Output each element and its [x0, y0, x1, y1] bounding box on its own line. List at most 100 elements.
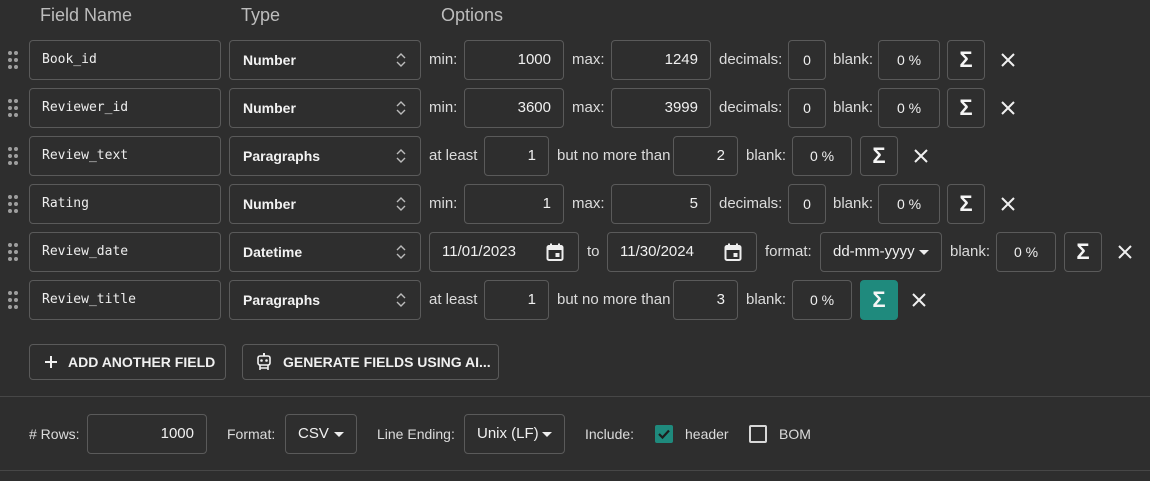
- blank-input[interactable]: 0 %: [878, 88, 940, 128]
- drag-handle-icon[interactable]: [8, 243, 18, 261]
- type-select[interactable]: Paragraphs: [229, 136, 421, 176]
- unfold-icon: [396, 197, 406, 211]
- decimals-input[interactable]: 0: [788, 88, 826, 128]
- chevron-down-icon: [542, 432, 552, 437]
- type-select-value: Number: [243, 100, 296, 116]
- calendar-icon[interactable]: [546, 243, 564, 261]
- max-input[interactable]: 5: [611, 184, 711, 224]
- type-select[interactable]: Datetime: [229, 232, 421, 272]
- no-more-than-input[interactable]: 3: [673, 280, 738, 320]
- divider: [0, 470, 1150, 471]
- max-input[interactable]: 1249: [611, 40, 711, 80]
- blank-input[interactable]: 0 %: [878, 184, 940, 224]
- no-more-than-label: but no more than: [557, 147, 671, 164]
- blank-label: blank:: [746, 147, 787, 164]
- date-to-input[interactable]: 11/30/2024: [607, 232, 757, 272]
- type-select[interactable]: Number: [229, 40, 421, 80]
- generate-ai-label: GENERATE FIELDS USING AI...: [283, 354, 491, 370]
- divider: [0, 396, 1150, 397]
- type-select[interactable]: Paragraphs: [229, 280, 421, 320]
- blank-label: blank:: [833, 195, 874, 212]
- at-least-input[interactable]: 1: [484, 280, 549, 320]
- type-select-value: Number: [243, 196, 296, 212]
- close-icon[interactable]: [913, 148, 929, 164]
- min-label: min:: [429, 99, 458, 116]
- field-name-input[interactable]: Review_title: [29, 280, 221, 320]
- date-format-select[interactable]: dd-mm-yyyy: [820, 232, 942, 272]
- format-select[interactable]: CSV: [285, 414, 357, 454]
- min-input[interactable]: 1: [464, 184, 564, 224]
- unfold-icon: [396, 245, 406, 259]
- field-name-input[interactable]: Review_text: [29, 136, 221, 176]
- line-ending-label: Line Ending:: [377, 426, 455, 442]
- decimals-label: decimals:: [719, 195, 783, 212]
- max-label: max:: [572, 195, 605, 212]
- blank-input[interactable]: 0 %: [792, 136, 852, 176]
- plus-icon: [45, 356, 57, 368]
- check-icon: [658, 429, 670, 440]
- drag-handle-icon[interactable]: [8, 51, 18, 69]
- at-least-input[interactable]: 1: [484, 136, 549, 176]
- field-name-input[interactable]: Review_date: [29, 232, 221, 272]
- sigma-button[interactable]: Σ: [947, 184, 985, 224]
- bom-checkbox[interactable]: [749, 425, 767, 443]
- sigma-button[interactable]: Σ: [947, 40, 985, 80]
- at-least-label: at least: [429, 147, 478, 164]
- date-from-value: 11/01/2023: [442, 243, 516, 260]
- min-input[interactable]: 3600: [464, 88, 564, 128]
- add-field-button[interactable]: ADD ANOTHER FIELD: [29, 344, 226, 380]
- header-checkbox[interactable]: [655, 425, 673, 443]
- close-icon[interactable]: [1000, 52, 1016, 68]
- close-icon[interactable]: [911, 292, 927, 308]
- field-name-input[interactable]: Reviewer_id: [29, 88, 221, 128]
- min-label: min:: [429, 51, 458, 68]
- drag-handle-icon[interactable]: [8, 99, 18, 117]
- drag-handle-icon[interactable]: [8, 195, 18, 213]
- date-format-value: dd-mm-yyyy: [833, 243, 915, 260]
- drag-handle-icon[interactable]: [8, 291, 18, 309]
- header-label: header: [685, 426, 729, 442]
- add-field-label: ADD ANOTHER FIELD: [68, 354, 216, 370]
- no-more-than-input[interactable]: 2: [673, 136, 738, 176]
- sigma-button[interactable]: Σ: [860, 280, 898, 320]
- close-icon[interactable]: [1117, 244, 1133, 260]
- unfold-icon: [396, 149, 406, 163]
- max-label: max:: [572, 51, 605, 68]
- type-select-value: Paragraphs: [243, 292, 321, 308]
- min-input[interactable]: 1000: [464, 40, 564, 80]
- header-field-name: Field Name: [40, 5, 133, 25]
- type-select[interactable]: Number: [229, 184, 421, 224]
- generate-ai-button[interactable]: GENERATE FIELDS USING AI...: [242, 344, 499, 380]
- robot-icon: [257, 353, 271, 370]
- calendar-icon[interactable]: [724, 243, 742, 261]
- unfold-icon: [396, 293, 406, 307]
- max-input[interactable]: 3999: [611, 88, 711, 128]
- sigma-button[interactable]: Σ: [947, 88, 985, 128]
- blank-label: blank:: [833, 51, 874, 68]
- sigma-button[interactable]: Σ: [860, 136, 898, 176]
- type-select-value: Paragraphs: [243, 148, 321, 164]
- decimals-input[interactable]: 0: [788, 184, 826, 224]
- blank-input[interactable]: 0 %: [996, 232, 1056, 272]
- blank-label: blank:: [950, 243, 991, 260]
- at-least-label: at least: [429, 291, 478, 308]
- type-select-value: Number: [243, 52, 296, 68]
- sigma-button[interactable]: Σ: [1064, 232, 1102, 272]
- blank-input[interactable]: 0 %: [792, 280, 852, 320]
- blank-input[interactable]: 0 %: [878, 40, 940, 80]
- format-value: CSV: [298, 425, 329, 442]
- rows-input[interactable]: 1000: [87, 414, 207, 454]
- field-name-input[interactable]: Rating: [29, 184, 221, 224]
- chevron-down-icon: [334, 432, 344, 437]
- date-from-input[interactable]: 11/01/2023: [429, 232, 579, 272]
- drag-handle-icon[interactable]: [8, 147, 18, 165]
- line-ending-select[interactable]: Unix (LF): [464, 414, 565, 454]
- type-select[interactable]: Number: [229, 88, 421, 128]
- decimals-input[interactable]: 0: [788, 40, 826, 80]
- close-icon[interactable]: [1000, 100, 1016, 116]
- max-label: max:: [572, 99, 605, 116]
- blank-label: blank:: [746, 291, 787, 308]
- field-name-input[interactable]: Book_id: [29, 40, 221, 80]
- header-options: Options: [441, 5, 504, 25]
- close-icon[interactable]: [1000, 196, 1016, 212]
